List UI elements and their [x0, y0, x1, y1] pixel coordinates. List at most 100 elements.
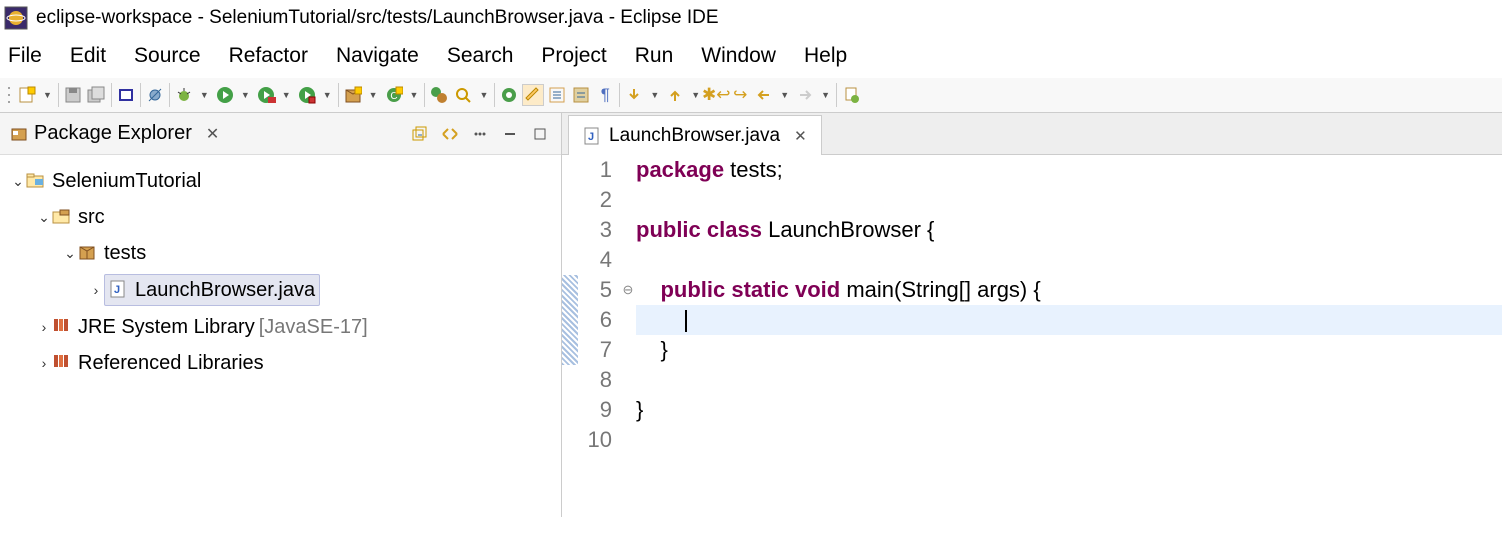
code-lines[interactable]: package tests; public class LaunchBrowse… [636, 155, 1502, 455]
toggle-mark-icon[interactable] [522, 84, 544, 106]
dropdown-icon[interactable]: ▼ [40, 90, 55, 100]
library-icon [52, 353, 72, 373]
open-type-icon[interactable] [428, 84, 450, 106]
show-whitespace-icon[interactable] [570, 84, 592, 106]
package-explorer-view: Package Explorer ✕ ⌄ SeleniumTutorial ⌄ … [0, 113, 562, 517]
svg-text:J: J [588, 131, 594, 143]
code-text: main(String[] args) { [840, 277, 1041, 302]
search-icon[interactable] [452, 84, 474, 106]
menu-window[interactable]: Window [701, 44, 776, 68]
editor-area: J LaunchBrowser.java ✕ 12345678910 ⊖ pac… [562, 113, 1502, 517]
tree-label: src [78, 202, 105, 232]
tree-project[interactable]: ⌄ SeleniumTutorial [6, 163, 555, 199]
toggle-block-icon[interactable] [546, 84, 568, 106]
code-text: class [707, 217, 762, 242]
menu-edit[interactable]: Edit [70, 44, 106, 68]
tree-package[interactable]: ⌄ tests [6, 235, 555, 271]
prev-annotation-icon[interactable] [664, 84, 686, 106]
menu-file[interactable]: File [8, 44, 42, 68]
dropdown-icon[interactable]: ▼ [407, 90, 422, 100]
save-all-icon[interactable] [86, 84, 108, 106]
main-area: Package Explorer ✕ ⌄ SeleniumTutorial ⌄ … [0, 113, 1502, 517]
tree-label: Referenced Libraries [78, 348, 264, 378]
dropdown-icon[interactable]: ▼ [476, 90, 491, 100]
chevron-right-icon[interactable]: › [36, 353, 52, 374]
dropdown-icon[interactable]: ▼ [647, 90, 662, 100]
menu-source[interactable]: Source [134, 44, 201, 68]
maximize-icon[interactable] [529, 123, 551, 145]
pin-editor-icon[interactable] [840, 84, 862, 106]
debug-icon[interactable] [173, 84, 195, 106]
dropdown-icon[interactable]: ▼ [197, 90, 212, 100]
chevron-down-icon[interactable]: ⌄ [62, 243, 78, 264]
fold-column[interactable]: ⊖ [620, 155, 636, 455]
save-icon[interactable] [62, 84, 84, 106]
chevron-down-icon[interactable]: ⌄ [36, 207, 52, 228]
package-icon [78, 243, 98, 263]
menu-navigate[interactable]: Navigate [336, 44, 419, 68]
menu-run[interactable]: Run [635, 44, 674, 68]
code-text: public [636, 217, 701, 242]
dropdown-icon[interactable]: ▼ [320, 90, 335, 100]
grip-icon [6, 84, 12, 106]
tree-jre[interactable]: › JRE System Library [JavaSE-17] [6, 309, 555, 345]
current-line [636, 305, 1502, 335]
dropdown-icon[interactable]: ▼ [818, 90, 833, 100]
menu-project[interactable]: Project [541, 44, 606, 68]
run-external-icon[interactable] [296, 84, 318, 106]
coverage-icon[interactable] [255, 84, 277, 106]
next-annotation-icon[interactable] [623, 84, 645, 106]
terminal-icon[interactable] [115, 84, 137, 106]
open-task-icon[interactable] [498, 84, 520, 106]
tree-label: JRE System Library [78, 312, 255, 342]
back-to-icon[interactable]: ↪ [729, 84, 751, 106]
project-tree[interactable]: ⌄ SeleniumTutorial ⌄ src ⌄ tests › J Lau… [0, 155, 561, 389]
new-icon[interactable] [16, 84, 38, 106]
chevron-right-icon[interactable]: › [36, 317, 52, 338]
dropdown-icon[interactable]: ▼ [688, 90, 703, 100]
explorer-header: Package Explorer ✕ [0, 113, 561, 155]
link-editor-icon[interactable] [439, 123, 461, 145]
code-text: LaunchBrowser { [762, 217, 934, 242]
collapse-all-icon[interactable] [409, 123, 431, 145]
forward-icon[interactable] [794, 84, 816, 106]
minimize-icon[interactable] [499, 123, 521, 145]
editor-tab[interactable]: J LaunchBrowser.java ✕ [568, 115, 822, 155]
tree-reflib[interactable]: › Referenced Libraries [6, 345, 555, 381]
run-icon[interactable] [214, 84, 236, 106]
close-icon[interactable]: ✕ [794, 127, 807, 145]
explorer-title: Package Explorer [34, 122, 192, 145]
chevron-right-icon[interactable]: › [88, 280, 104, 301]
toolbar: ▼ ▼ ▼ ▼ ▼ ▼ C▼ ▼ ¶ ▼ ▼ ✱↩ ↪ ▼ ▼ [0, 78, 1502, 113]
title-bar: eclipse-workspace - SeleniumTutorial/src… [0, 0, 1502, 36]
back-icon[interactable] [753, 84, 775, 106]
new-class-icon[interactable]: C [383, 84, 405, 106]
menu-search[interactable]: Search [447, 44, 514, 68]
last-edit-icon[interactable]: ✱↩ [705, 84, 727, 106]
pilcrow-icon[interactable]: ¶ [594, 84, 616, 106]
dropdown-icon[interactable]: ▼ [777, 90, 792, 100]
code-editor[interactable]: 12345678910 ⊖ package tests; public clas… [562, 155, 1502, 455]
code-text: } [636, 397, 643, 422]
change-marker [562, 275, 578, 365]
tree-file[interactable]: › J LaunchBrowser.java [6, 271, 555, 309]
svg-text:J: J [114, 284, 120, 296]
dropdown-icon[interactable]: ▼ [279, 90, 294, 100]
java-file-icon: J [109, 280, 129, 300]
close-icon[interactable]: ✕ [206, 124, 219, 144]
dropdown-icon[interactable]: ▼ [366, 90, 381, 100]
skip-breakpoints-icon[interactable] [144, 84, 166, 106]
menu-refactor[interactable]: Refactor [229, 44, 308, 68]
tree-label: SeleniumTutorial [52, 166, 201, 196]
tree-label: tests [104, 238, 146, 268]
view-menu-icon[interactable] [469, 123, 491, 145]
code-text: public [660, 277, 725, 302]
chevron-down-icon[interactable]: ⌄ [10, 171, 26, 192]
fold-toggle-icon[interactable]: ⊖ [620, 275, 636, 305]
menu-help[interactable]: Help [804, 44, 847, 68]
dropdown-icon[interactable]: ▼ [238, 90, 253, 100]
new-package-icon[interactable] [342, 84, 364, 106]
editor-tab-bar: J LaunchBrowser.java ✕ [562, 113, 1502, 155]
tree-src[interactable]: ⌄ src [6, 199, 555, 235]
line-gutter[interactable]: 12345678910 [578, 155, 620, 455]
